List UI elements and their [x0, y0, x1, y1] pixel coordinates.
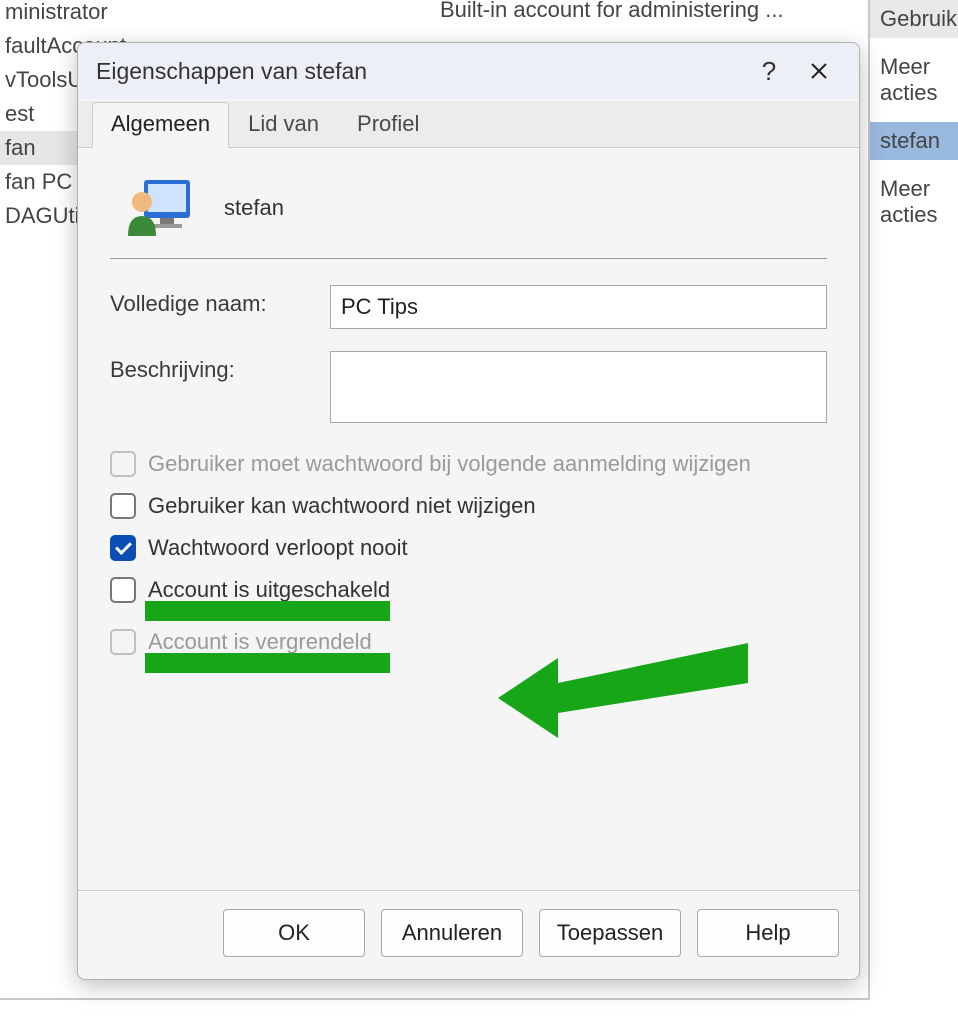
right-panel-action[interactable]: Meer acties — [870, 170, 958, 234]
annotation-highlight — [145, 601, 390, 621]
full-name-input[interactable] — [330, 285, 827, 329]
checkbox — [110, 629, 136, 655]
separator — [110, 258, 827, 259]
bg-user-description: Built-in account for administering ... — [440, 0, 784, 23]
description-label: Beschrijving: — [110, 351, 330, 383]
full-name-label: Volledige naam: — [110, 285, 330, 317]
user-header: stefan — [122, 172, 827, 244]
ok-button[interactable]: OK — [223, 909, 365, 957]
close-icon — [810, 62, 828, 80]
checkbox[interactable] — [110, 493, 136, 519]
checkbox-label: Wachtwoord verloopt nooit — [148, 535, 408, 561]
check-must-change-pw: Gebruiker moet wachtwoord bij volgende a… — [110, 451, 827, 477]
tab-member-of[interactable]: Lid van — [229, 102, 338, 148]
help-button[interactable]: Help — [697, 909, 839, 957]
check-account-locked: Account is vergrendeld — [110, 629, 827, 655]
dialog-title: Eigenschappen van stefan — [96, 58, 741, 85]
user-account-icon — [122, 172, 194, 244]
bg-user-item[interactable]: ministrator — [0, 0, 170, 29]
dialog-titlebar: Eigenschappen van stefan ? — [78, 43, 859, 99]
help-button[interactable]: ? — [747, 51, 791, 91]
check-account-disabled[interactable]: Account is uitgeschakeld — [110, 577, 827, 603]
cancel-button[interactable]: Annuleren — [381, 909, 523, 957]
user-name-label: stefan — [224, 195, 284, 221]
checkbox[interactable] — [110, 577, 136, 603]
dialog-tabs: Algemeen Lid van Profiel — [78, 101, 859, 148]
user-properties-dialog: Eigenschappen van stefan ? Algemeen Lid … — [77, 42, 860, 980]
close-button[interactable] — [797, 51, 841, 91]
dialog-button-bar: OK Annuleren Toepassen Help — [78, 890, 859, 979]
dialog-content: stefan Volledige naam: Beschrijving: Geb… — [78, 148, 859, 890]
checkbox-label: Gebruiker moet wachtwoord bij volgende a… — [148, 451, 751, 477]
description-row: Beschrijving: — [110, 351, 827, 429]
checkbox-label: Account is uitgeschakeld — [148, 577, 390, 603]
check-pw-never-expires[interactable]: Wachtwoord verloopt nooit — [110, 535, 827, 561]
right-panel-action[interactable]: Meer acties — [870, 48, 958, 112]
checkbox — [110, 451, 136, 477]
apply-button[interactable]: Toepassen — [539, 909, 681, 957]
background-bottom-border — [0, 998, 868, 1000]
full-name-row: Volledige naam: — [110, 285, 827, 329]
tab-profile[interactable]: Profiel — [338, 102, 438, 148]
right-actions-panel: Gebruikers Meer acties stefan Meer actie… — [868, 0, 958, 1000]
description-input[interactable] — [330, 351, 827, 423]
right-panel-selected-user[interactable]: stefan — [870, 122, 958, 160]
tab-general[interactable]: Algemeen — [92, 102, 229, 148]
checkbox-label: Account is vergrendeld — [148, 629, 372, 655]
right-panel-header: Gebruikers — [870, 0, 958, 38]
checkbox-checked[interactable] — [110, 535, 136, 561]
annotation-highlight — [145, 653, 390, 673]
check-cannot-change-pw[interactable]: Gebruiker kan wachtwoord niet wijzigen — [110, 493, 827, 519]
checkbox-label: Gebruiker kan wachtwoord niet wijzigen — [148, 493, 536, 519]
checkbox-group: Gebruiker moet wachtwoord bij volgende a… — [110, 451, 827, 655]
